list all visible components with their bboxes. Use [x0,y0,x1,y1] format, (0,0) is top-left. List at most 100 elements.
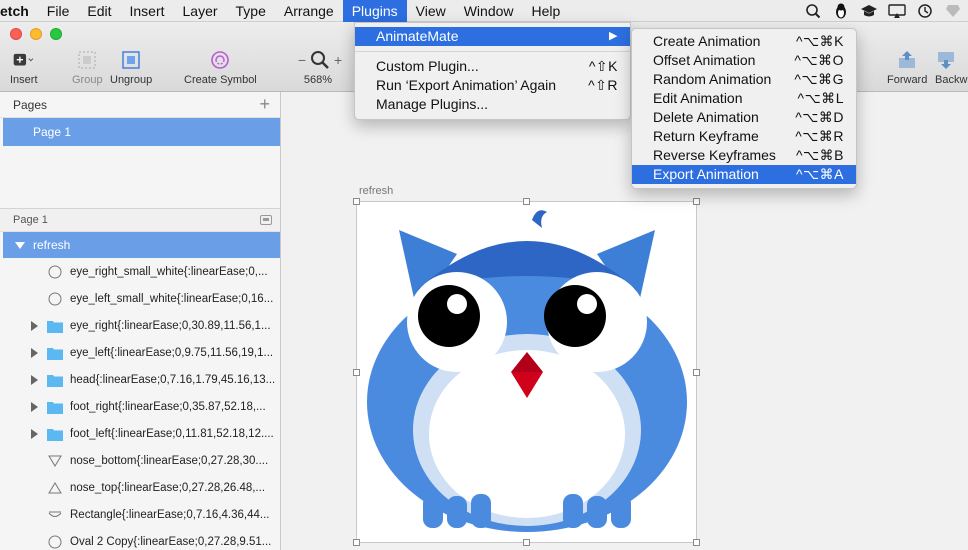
menu-item-return-keyframe[interactable]: Return Keyframe ^⌥⌘R [632,127,856,146]
forward-button[interactable]: Forward [887,50,927,86]
artboard-layer-row[interactable]: refresh [3,232,280,258]
layer-row[interactable]: nose_top{:linearEase;0,27.28,26.48,... [0,474,280,501]
folder-icon [47,373,63,387]
menu-item-shortcut: ^⌥⌘A [795,166,844,182]
menu-arrange[interactable]: Arrange [275,0,343,22]
menu-item-offset-animation[interactable]: Offset Animation ^⌥⌘O [632,51,856,70]
disclosure-open-icon[interactable] [15,241,25,249]
zoom-window-button[interactable] [50,28,62,40]
resize-handle[interactable] [353,198,360,205]
menu-help[interactable]: Help [523,0,570,22]
owl-illustration[interactable] [357,202,698,544]
minimize-window-button[interactable] [30,28,42,40]
menu-insert[interactable]: Insert [120,0,173,22]
resize-handle[interactable] [353,539,360,546]
triangle-up-icon [47,481,63,495]
menu-window[interactable]: Window [455,0,523,22]
menu-item-label: Delete Animation [653,109,759,125]
gem-icon[interactable] [944,2,962,20]
folder-icon [47,427,63,441]
plus-square-icon [13,50,35,70]
ungroup-icon [120,50,142,70]
magnifier-zoom-icon[interactable] [804,2,822,20]
plugins-menu: AnimateMate ▶ Custom Plugin... ^⇧K Run ‘… [354,22,631,120]
layer-name: eye_right{:linearEase;0,30.89,11.56,1... [70,319,271,332]
oval-icon [47,292,63,306]
disclosure-closed-icon[interactable] [31,374,38,385]
layer-row[interactable]: foot_left{:linearEase;0,11.81,52.18,12..… [0,420,280,447]
artboard[interactable] [356,201,697,543]
menu-item-create-animation[interactable]: Create Animation ^⌥⌘K [632,32,856,51]
menu-app-name[interactable]: etch [0,0,38,22]
close-window-button[interactable] [10,28,22,40]
menu-item-shortcut: ^⌥⌘G [794,71,844,87]
resize-handle[interactable] [693,198,700,205]
menu-item-shortcut: ^⌥⌘K [795,33,844,49]
layer-row[interactable]: foot_right{:linearEase;0,35.87,52.18,... [0,393,280,420]
zoom-in-button[interactable]: + [334,52,342,68]
penguin-icon[interactable] [832,2,850,20]
current-page-name: Page 1 [13,214,48,226]
layer-name: eye_left{:linearEase;0,9.75,11.56,19,1..… [70,346,274,359]
group-button[interactable]: Group [72,50,103,86]
menu-item-reverse-keyframes[interactable]: Reverse Keyframes ^⌥⌘B [632,146,856,165]
collapse-layers-icon[interactable] [260,215,272,225]
layer-row[interactable]: eye_left{:linearEase;0,9.75,11.56,19,1..… [0,339,280,366]
menu-item-delete-animation[interactable]: Delete Animation ^⌥⌘D [632,108,856,127]
artboard-title[interactable]: refresh [359,185,393,197]
backward-button[interactable]: Backw [935,50,967,86]
disclosure-closed-icon[interactable] [31,428,38,439]
create-symbol-button[interactable]: Create Symbol [184,50,257,86]
artboard-layer-name: refresh [33,238,71,252]
menu-item-label: Random Animation [653,71,772,87]
menu-edit[interactable]: Edit [78,0,120,22]
resize-handle[interactable] [523,198,530,205]
menu-item-animatemate[interactable]: AnimateMate ▶ [355,27,630,46]
layer-name: nose_top{:linearEase;0,27.28,26.48,... [70,481,266,494]
layer-name: Oval 2 Copy{:linearEase;0,27.28,9.51... [70,535,272,548]
menu-item-label: AnimateMate [376,28,459,44]
ungroup-button[interactable]: Ungroup [110,50,152,86]
menu-item-shortcut: ^⌥⌘R [795,128,844,144]
menu-item-manage-plugins[interactable]: Manage Plugins... [355,95,630,114]
resize-handle[interactable] [523,539,530,546]
resize-handle[interactable] [693,539,700,546]
menu-item-shortcut: ^⌥⌘L [797,90,844,106]
menu-layer[interactable]: Layer [174,0,227,22]
layer-row[interactable]: eye_right_small_white{:linearEase;0,... [0,258,280,285]
menu-type[interactable]: Type [227,0,275,22]
forward-label: Forward [887,74,928,86]
layer-name: head{:linearEase;0,7.16,1.79,45.16,13... [70,373,276,386]
menu-bar: etch File Edit Insert Layer Type Arrange… [0,0,968,22]
insert-button[interactable]: Insert [10,50,38,86]
add-page-button[interactable]: + [259,94,270,115]
resize-handle[interactable] [693,369,700,376]
menu-item-run-again[interactable]: Run ‘Export Animation’ Again ^⇧R [355,76,630,95]
layer-row[interactable]: nose_bottom{:linearEase;0,27.28,30.... [0,447,280,474]
menu-plugins[interactable]: Plugins [342,0,407,22]
menu-file[interactable]: File [38,0,79,22]
menu-item-random-animation[interactable]: Random Animation ^⌥⌘G [632,70,856,89]
graduation-cap-icon[interactable] [860,2,878,20]
layer-row[interactable]: head{:linearEase;0,7.16,1.79,45.16,13... [0,366,280,393]
disclosure-closed-icon[interactable] [31,320,38,331]
layer-row[interactable]: Oval 2 Copy{:linearEase;0,27.28,9.51... [0,528,280,550]
disclosure-closed-icon[interactable] [31,347,38,358]
airplay-icon[interactable] [888,2,906,20]
layer-name: foot_right{:linearEase;0,35.87,52.18,... [70,400,266,413]
layer-row[interactable]: Rectangle{:linearEase;0,7.16,4.36,44... [0,501,280,528]
zoom-out-button[interactable]: − [298,52,306,68]
menu-item-export-animation[interactable]: Export Animation ^⌥⌘A [632,165,856,184]
menu-item-shortcut: ^⇧K [588,58,618,74]
layer-row[interactable]: eye_right{:linearEase;0,30.89,11.56,1... [0,312,280,339]
resize-handle[interactable] [353,369,360,376]
page-item[interactable]: Page 1 [3,118,280,146]
disclosure-closed-icon[interactable] [31,401,38,412]
menu-view[interactable]: View [407,0,455,22]
folder-icon [47,346,63,360]
layer-row[interactable]: eye_left_small_white{:linearEase;0,16... [0,285,280,312]
menu-item-edit-animation[interactable]: Edit Animation ^⌥⌘L [632,89,856,108]
time-machine-icon[interactable] [916,2,934,20]
oval-icon [47,535,63,549]
menu-item-custom-plugin[interactable]: Custom Plugin... ^⇧K [355,57,630,76]
